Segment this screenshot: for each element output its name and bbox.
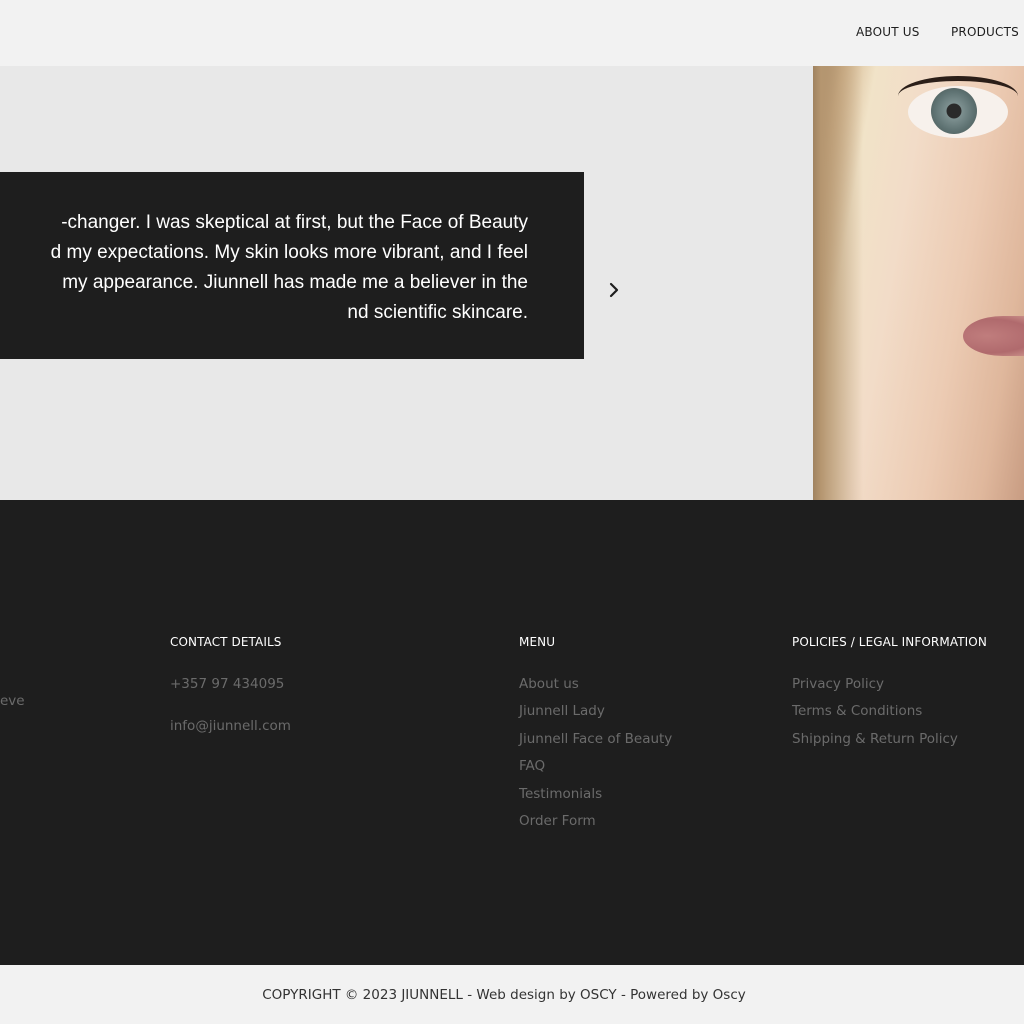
policy-terms-link[interactable]: Terms & Conditions	[792, 703, 922, 719]
portrait-lashes	[898, 76, 1018, 116]
quote-line: nd scientific skincare.	[347, 302, 528, 323]
policies-heading: POLICIES / LEGAL INFORMATION	[792, 635, 987, 649]
footer-menu-testimonials[interactable]: Testimonials	[519, 786, 602, 802]
footer-menu-face-of-beauty[interactable]: Jiunnell Face of Beauty	[519, 731, 672, 747]
menu-heading: MENU	[519, 635, 556, 649]
testimonial-section: -changer. I was skeptical at first, but …	[0, 66, 1024, 500]
site-header: ABOUT US PRODUCTS	[0, 0, 1024, 66]
copyright-bar: COPYRIGHT © 2023 JIUNNELL - Web design b…	[0, 965, 1024, 1024]
quote-line: -changer. I was skeptical at first, but …	[61, 212, 528, 233]
contact-heading: CONTACT DETAILS	[170, 635, 282, 649]
site-footer: eve CONTACT DETAILS +357 97 434095 info@…	[0, 500, 1024, 965]
footer-menu-jiunnell-lady[interactable]: Jiunnell Lady	[519, 703, 605, 719]
policy-privacy-link[interactable]: Privacy Policy	[792, 676, 884, 692]
testimonial-card: -changer. I was skeptical at first, but …	[0, 172, 584, 359]
footer-truncated-text: eve	[0, 693, 25, 709]
footer-menu-order-form[interactable]: Order Form	[519, 813, 596, 829]
contact-phone-link[interactable]: +357 97 434095	[170, 676, 284, 692]
nav-products[interactable]: PRODUCTS	[951, 25, 1019, 39]
footer-menu-about-us[interactable]: About us	[519, 676, 579, 692]
contact-email-link[interactable]: info@jiunnell.com	[170, 718, 291, 734]
quote-line: my appearance. Jiunnell has made me a be…	[62, 272, 528, 293]
nav-about-us[interactable]: ABOUT US	[856, 25, 920, 39]
portrait-lips	[963, 316, 1024, 356]
model-portrait-image	[813, 66, 1024, 500]
testimonial-quote: -changer. I was skeptical at first, but …	[0, 208, 584, 328]
copyright-text: COPYRIGHT © 2023 JIUNNELL - Web design b…	[262, 987, 746, 1003]
portrait-hair	[813, 66, 863, 500]
quote-line: d my expectations. My skin looks more vi…	[50, 242, 528, 263]
chevron-right-icon[interactable]	[604, 280, 624, 300]
policy-shipping-link[interactable]: Shipping & Return Policy	[792, 731, 958, 747]
footer-menu-faq[interactable]: FAQ	[519, 758, 545, 774]
